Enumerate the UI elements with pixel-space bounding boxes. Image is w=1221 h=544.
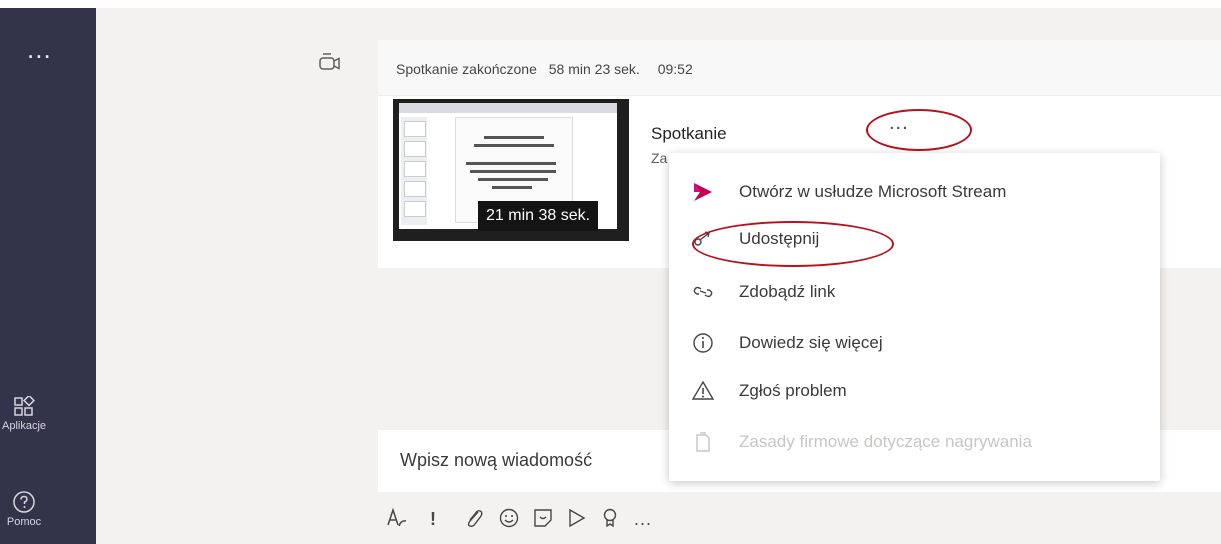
microsoft-stream-icon <box>694 183 712 201</box>
link-icon <box>693 286 713 298</box>
praise-icon[interactable] <box>600 506 620 530</box>
more-options-icon[interactable]: ... <box>634 506 652 532</box>
menu-item-open-stream[interactable]: Otwórz w usłudze Microsoft Stream <box>669 172 1160 212</box>
recording-duration-badge: 21 min 38 sek. <box>478 201 599 231</box>
help-icon <box>13 491 35 513</box>
meeting-status: Spotkanie zakończone <box>396 61 537 77</box>
menu-item-label: Zgłoś problem <box>739 381 847 400</box>
annotation-oval-share <box>692 221 894 267</box>
apps-icon <box>14 396 35 416</box>
meeting-camera-icon <box>319 53 340 70</box>
left-rail: ... Aplikacje Pomoc <box>0 8 96 544</box>
menu-item-recording-policy: Zasady firmowe dotyczące nagrywania <box>669 422 1160 462</box>
warning-icon <box>691 380 715 400</box>
format-icon[interactable] <box>386 506 408 530</box>
message-input[interactable]: Wpisz nową wiadomość <box>400 450 592 471</box>
meet-now-icon[interactable] <box>566 506 588 530</box>
meeting-time: 09:52 <box>657 61 693 77</box>
attach-icon[interactable] <box>464 506 484 530</box>
meeting-duration: 58 min 23 sek. <box>548 61 640 77</box>
apps-label: Aplikacje <box>1 420 47 432</box>
apps-button[interactable]: Aplikacje <box>0 396 48 432</box>
sticker-icon[interactable] <box>532 506 554 530</box>
info-icon <box>693 333 713 353</box>
meeting-card-header: Spotkanie zakończone 58 min 23 sek. 09:5… <box>378 40 1221 96</box>
policy-icon <box>696 432 710 452</box>
menu-item-label: Dowiedz się więcej <box>739 333 883 352</box>
top-strip <box>0 0 1221 8</box>
recording-context-menu: Otwórz w usłudze Microsoft Stream Udostę… <box>669 153 1160 481</box>
menu-item-label: Otwórz w usłudze Microsoft Stream <box>739 182 1007 201</box>
more-apps-button[interactable]: ... <box>27 36 52 62</box>
menu-item-report-problem[interactable]: Zgłoś problem <box>669 371 1160 411</box>
menu-item-label: Zasady firmowe dotyczące nagrywania <box>739 432 1032 451</box>
help-button[interactable]: Pomoc <box>0 490 48 528</box>
annotation-oval-more <box>866 109 972 151</box>
recording-thumbnail[interactable]: 21 min 38 sek. <box>393 99 629 241</box>
recording-subtitle: Za <box>651 150 668 166</box>
menu-item-learn-more[interactable]: Dowiedz się więcej <box>669 323 1160 363</box>
meeting-info: Spotkanie zakończone 58 min 23 sek. 09:5… <box>396 61 701 77</box>
recording-title: Spotkanie <box>651 124 727 143</box>
help-label: Pomoc <box>6 516 42 528</box>
emoji-icon[interactable] <box>498 506 520 530</box>
menu-item-get-link[interactable]: Zdobądź link <box>669 272 1160 312</box>
important-icon[interactable]: ! <box>430 506 436 532</box>
menu-item-label: Zdobądź link <box>739 282 836 301</box>
